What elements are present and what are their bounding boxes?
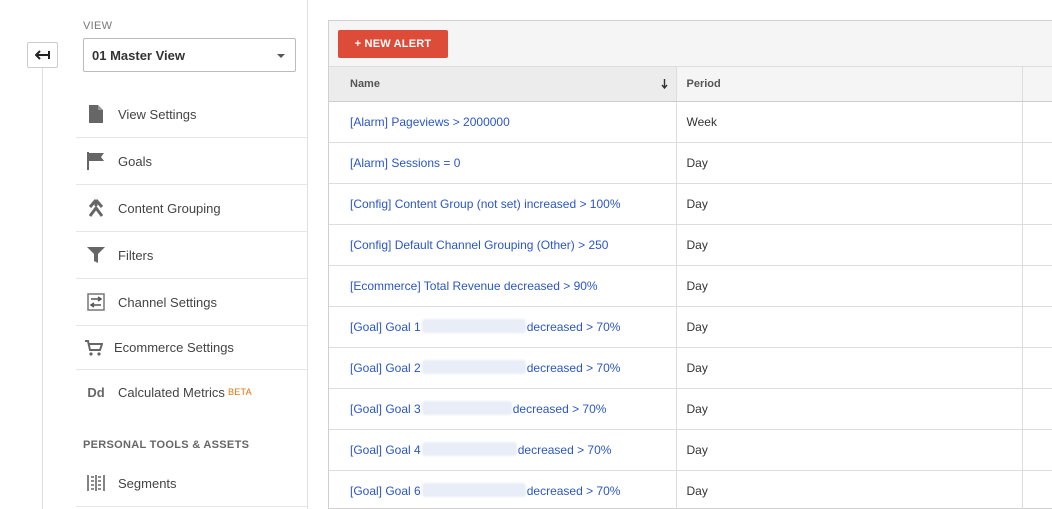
view-label: VIEW: [83, 20, 113, 32]
period-cell: Day: [676, 429, 1023, 471]
alert-link[interactable]: [Ecommerce] Total Revenue decreased > 90…: [350, 279, 598, 293]
sidebar-item-channel-settings[interactable]: Channel Settings: [76, 279, 307, 326]
alerts-panel: + NEW ALERT Name Period [Alarm] Pageview…: [328, 20, 1052, 509]
table-row: [Goal] Goal 2 decreased > 70% Day: [329, 347, 1052, 389]
alert-link[interactable]: [Goal] Goal 4 decreased > 70%: [350, 442, 611, 457]
sort-down-icon: [660, 79, 668, 89]
period-cell: Day: [676, 183, 1023, 225]
rail-line: [42, 68, 43, 509]
alert-link[interactable]: [Goal] Goal 6 decreased > 70%: [350, 483, 620, 498]
new-alert-button[interactable]: + NEW ALERT: [338, 30, 448, 58]
column-header-name[interactable]: Name: [329, 67, 677, 102]
alert-link[interactable]: [Goal] Goal 2 decreased > 70%: [350, 360, 620, 375]
alert-link[interactable]: [Config] Content Group (not set) increas…: [350, 197, 621, 211]
sidebar-item-label: Ecommerce Settings: [114, 340, 234, 355]
period-cell: Day: [676, 142, 1023, 184]
sidebar-item-label: Calculated Metrics: [118, 384, 225, 400]
cart-icon: [84, 338, 104, 358]
alert-link[interactable]: [Alarm] Sessions = 0: [350, 156, 460, 170]
document-icon: [86, 104, 106, 124]
table-row: [Goal] Goal 6 decreased > 70% Day: [329, 470, 1052, 509]
filter-icon: [86, 245, 106, 265]
section-label-personal-tools: PERSONAL TOOLS & ASSETS: [83, 439, 250, 451]
toolbar: + NEW ALERT: [329, 21, 1052, 67]
dd-icon: Dd: [87, 384, 105, 400]
table-row: [Goal] Goal 4 decreased > 70% Day: [329, 429, 1052, 471]
table-row: [Ecommerce] Total Revenue decreased > 90…: [329, 265, 1052, 307]
sidebar-item-segments[interactable]: Segments: [76, 460, 307, 507]
column-header-extra: [1022, 67, 1052, 102]
period-cell: Day: [676, 306, 1023, 348]
sidebar-item-ecommerce-settings[interactable]: Ecommerce Settings: [76, 326, 307, 370]
redacted-text: [421, 483, 526, 497]
period-cell: Day: [676, 265, 1023, 307]
redacted-text: [421, 360, 526, 374]
flag-icon: [86, 151, 106, 171]
table-row: [Alarm] Sessions = 0 Day: [329, 142, 1052, 184]
sidebar-item-label: Channel Settings: [118, 294, 218, 310]
view-selected-value: 01 Master View: [92, 47, 185, 63]
table-row: [Config] Content Group (not set) increas…: [329, 183, 1052, 225]
period-cell: Week: [676, 101, 1023, 143]
sidebar-item-view-settings[interactable]: View Settings: [76, 91, 307, 138]
chevron-down-icon: [277, 54, 285, 58]
table-row: [Alarm] Pageviews > 2000000 Week: [329, 101, 1052, 143]
sidebar-item-filters[interactable]: Filters: [76, 232, 307, 279]
alerts-table: Name Period [Alarm] Pageviews > 2000000 …: [329, 67, 1052, 509]
alert-link[interactable]: [Config] Default Channel Grouping (Other…: [350, 238, 608, 252]
sidebar-item-label: Goals: [118, 153, 152, 169]
sidebar-item-label: Filters: [118, 247, 154, 263]
sidebar-item-goals[interactable]: Goals: [76, 138, 307, 185]
sidebar-item-label: Segments: [118, 475, 177, 491]
redacted-text: [421, 401, 512, 415]
alert-link[interactable]: [Goal] Goal 1 decreased > 70%: [350, 319, 620, 334]
view-nav: View Settings Goals Content Grouping Fil…: [76, 91, 307, 414]
column-header-period[interactable]: Period: [676, 67, 1023, 102]
back-arrow-icon: [34, 50, 50, 60]
sidebar-item-calculated-metrics[interactable]: Dd Calculated Metrics BETA: [76, 370, 307, 414]
segments-icon: [86, 473, 106, 493]
redacted-text: [421, 442, 517, 456]
sidebar-item-content-grouping[interactable]: Content Grouping: [76, 185, 307, 232]
panel-divider: [307, 0, 308, 509]
period-cell: Day: [676, 224, 1023, 266]
period-cell: Day: [676, 388, 1023, 430]
alert-link[interactable]: [Goal] Goal 3 decreased > 70%: [350, 401, 606, 416]
period-cell: Day: [676, 470, 1023, 509]
alert-link[interactable]: [Alarm] Pageviews > 2000000: [350, 115, 510, 129]
sidebar-item-label: Content Grouping: [118, 200, 221, 216]
back-button[interactable]: [27, 42, 58, 68]
table-row: [Config] Default Channel Grouping (Other…: [329, 224, 1052, 266]
channel-settings-icon: [86, 292, 106, 312]
table-row: [Goal] Goal 3 decreased > 70% Day: [329, 388, 1052, 430]
sidebar-item-label: View Settings: [118, 106, 197, 122]
beta-badge: BETA: [227, 387, 252, 397]
view-selector[interactable]: 01 Master View: [83, 38, 296, 72]
content-grouping-icon: [86, 198, 106, 218]
table-header-row: Name Period: [329, 67, 1052, 102]
table-row: [Goal] Goal 1 decreased > 70% Day: [329, 306, 1052, 348]
redacted-text: [421, 319, 526, 333]
period-cell: Day: [676, 347, 1023, 389]
